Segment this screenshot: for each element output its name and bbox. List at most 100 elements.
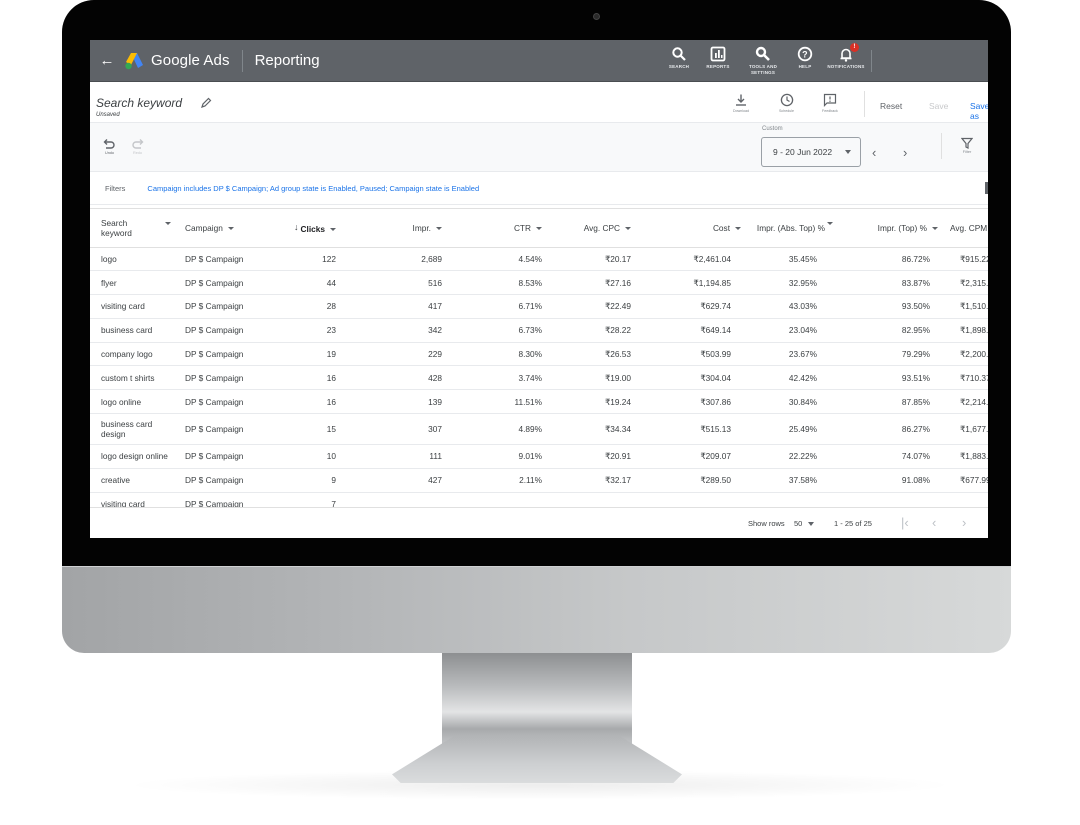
reports-icon (710, 46, 726, 62)
chevron-right-icon[interactable]: › (962, 515, 966, 530)
table-row[interactable]: business card DP $ Campaign 23 342 6.73% ₹28.… (90, 318, 988, 343)
chevron-left-icon[interactable]: ‹ (932, 515, 936, 530)
cell-clicks: 44 (274, 270, 354, 296)
nav-notifications[interactable]: ! NOTIFICATIONS (822, 43, 870, 76)
rows-per-page-select[interactable]: 50 (794, 519, 802, 528)
cell-avg-cpm: ₹1,898.07 (942, 318, 988, 343)
monitor-mockup: ← Google Ads Reporting SEARCH REPORTS TO… (0, 0, 1080, 825)
table-row[interactable]: flyer DP $ Campaign 44 516 8.53% ₹27.16 ₹1,194… (90, 270, 988, 296)
cell-impr-top: 83.87% (839, 270, 942, 296)
arrow-left-icon[interactable]: ← (92, 52, 122, 69)
filters-label: Filters (105, 183, 126, 193)
column-header-avg-cpc[interactable]: Avg. CPC (549, 209, 646, 248)
date-range-picker[interactable]: 9 - 20 Jun 2022 (761, 137, 861, 167)
chevron-right-icon[interactable]: › (903, 145, 907, 160)
report-title[interactable]: Search keyword (96, 96, 182, 110)
save-as-button[interactable]: Save as (970, 101, 988, 121)
reset-button[interactable]: Reset (880, 101, 902, 111)
schedule-button[interactable]: Schedule (779, 93, 794, 113)
column-header-clicks[interactable]: ↓ Clicks (274, 209, 354, 248)
table-row[interactable]: creative DP $ Campaign 9 427 2.11% ₹32.17 ₹289… (90, 468, 988, 493)
monitor-stand-foot (392, 735, 682, 783)
cell-search-keyword[interactable]: custom t shirts (90, 365, 179, 391)
save-button[interactable]: Save (929, 101, 948, 111)
cell-avg-cpc: ₹20.91 (549, 444, 646, 469)
cell-clicks: 15 (274, 413, 354, 446)
table-row[interactable]: custom t shirts DP $ Campaign 16 428 3.74% ₹1… (90, 365, 988, 391)
google-ads-logo (124, 52, 144, 70)
column-header-campaign[interactable]: Campaign (179, 209, 274, 248)
download-button[interactable]: Download (733, 93, 749, 113)
cell-campaign: DP $ Campaign (179, 413, 274, 446)
table-row[interactable]: logo DP $ Campaign 122 2,689 4.54% ₹20.17 ₹2,4… (90, 247, 988, 272)
table-row[interactable]: logo online DP $ Campaign 16 139 11.51% ₹19.2… (90, 389, 988, 415)
table-body: logo DP $ Campaign 122 2,689 4.54% ₹20.17 ₹2,4… (90, 247, 988, 517)
cell-search-keyword[interactable]: logo online (90, 389, 179, 415)
cell-avg-cpc: ₹19.24 (549, 389, 646, 415)
table-row[interactable]: business card design DP $ Campaign 15 307 4.… (90, 413, 988, 446)
cell-avg-cpc: ₹20.17 (549, 247, 646, 272)
cell-avg-cpm: ₹2,315.60 (942, 270, 988, 296)
download-icon (734, 93, 748, 107)
chevron-down-icon (330, 228, 336, 232)
cell-cost: ₹629.74 (646, 294, 741, 319)
cell-avg-cpc: ₹34.34 (549, 413, 646, 446)
nav-tools-and-settings[interactable]: TOOLS AND SETTINGS (738, 46, 788, 76)
feedback-button[interactable]: Feedback (822, 93, 838, 113)
cell-impr-top: 93.50% (839, 294, 942, 319)
nav-reports[interactable]: REPORTS (698, 46, 738, 76)
redo-label: Redo (132, 151, 143, 155)
date-range-value: 9 - 20 Jun 2022 (773, 147, 833, 157)
cell-campaign: DP $ Campaign (179, 365, 274, 391)
cell-search-keyword[interactable]: company logo (90, 342, 179, 367)
cell-search-keyword[interactable]: logo design online (90, 444, 179, 469)
table-row[interactable]: visiting card DP $ Campaign 28 417 6.71% ₹22.… (90, 294, 988, 319)
column-header-impr[interactable]: Impr. (354, 209, 454, 248)
nav-label: REPORTS (706, 64, 730, 69)
cell-cost: ₹304.04 (646, 365, 741, 391)
cell-impr: 342 (354, 318, 454, 343)
cell-search-keyword[interactable]: business card design (90, 413, 179, 446)
column-header-ctr[interactable]: CTR (454, 209, 549, 248)
cell-avg-cpc: ₹22.49 (549, 294, 646, 319)
undo-button[interactable]: Undo (103, 138, 116, 155)
chevron-left-icon[interactable]: ‹ (872, 145, 876, 160)
cell-search-keyword[interactable]: business card (90, 318, 179, 343)
cell-ctr: 4.89% (454, 413, 549, 446)
column-header-cost[interactable]: Cost (646, 209, 741, 248)
cell-avg-cpc: ₹28.22 (549, 318, 646, 343)
cell-clicks: 9 (274, 468, 354, 493)
cell-avg-cpm: ₹915.22 (942, 247, 988, 272)
redo-button[interactable]: Redo (131, 138, 144, 155)
feedback-icon (823, 93, 837, 107)
table-row[interactable]: logo design online DP $ Campaign 10 111 9.01… (90, 444, 988, 469)
filters-summary-link[interactable]: Campaign includes DP $ Campaign; Ad grou… (147, 184, 479, 193)
nav-help[interactable]: ? HELP (788, 46, 822, 76)
filter-icon (960, 137, 974, 150)
nav-label: SEARCH (668, 64, 690, 69)
cell-search-keyword[interactable]: visiting card (90, 294, 179, 319)
cell-search-keyword[interactable]: creative (90, 468, 179, 493)
table-row[interactable]: company logo DP $ Campaign 19 229 8.30% ₹26.5… (90, 342, 988, 367)
cell-avg-cpm: ₹1,677.95 (942, 413, 988, 446)
pencil-icon[interactable] (200, 96, 212, 114)
cell-impr-top: 79.29% (839, 342, 942, 367)
filter-button[interactable]: Filter (960, 137, 974, 154)
column-header-impr-abs-top[interactable]: Impr. (Abs. Top) % (741, 209, 839, 248)
cell-search-keyword[interactable]: flyer (90, 270, 179, 296)
column-header-impr-top[interactable]: Impr. (Top) % (839, 209, 942, 248)
cell-impr-abs-top: 42.42% (741, 365, 839, 391)
date-range-caption: Custom (762, 126, 783, 132)
filters-bar: Filters Campaign includes DP $ Campaign;… (90, 172, 988, 205)
column-header-search-keyword[interactable]: Search keyword (90, 209, 179, 248)
cell-search-keyword[interactable]: logo (90, 247, 179, 272)
first-page-icon[interactable]: |‹ (901, 515, 909, 530)
cell-impr-abs-top: 32.95% (741, 270, 839, 296)
top-navigation: SEARCH REPORTS TOOLS AND SETTINGS ? HELP… (660, 43, 870, 76)
column-header-avg-cpm[interactable]: Avg. CPM (942, 209, 988, 248)
clock-icon (780, 93, 794, 107)
chevron-down-icon[interactable] (808, 522, 814, 526)
nav-search[interactable]: SEARCH (660, 46, 698, 76)
pagination-range: 1 - 25 of 25 (834, 519, 872, 528)
divider (941, 133, 942, 159)
